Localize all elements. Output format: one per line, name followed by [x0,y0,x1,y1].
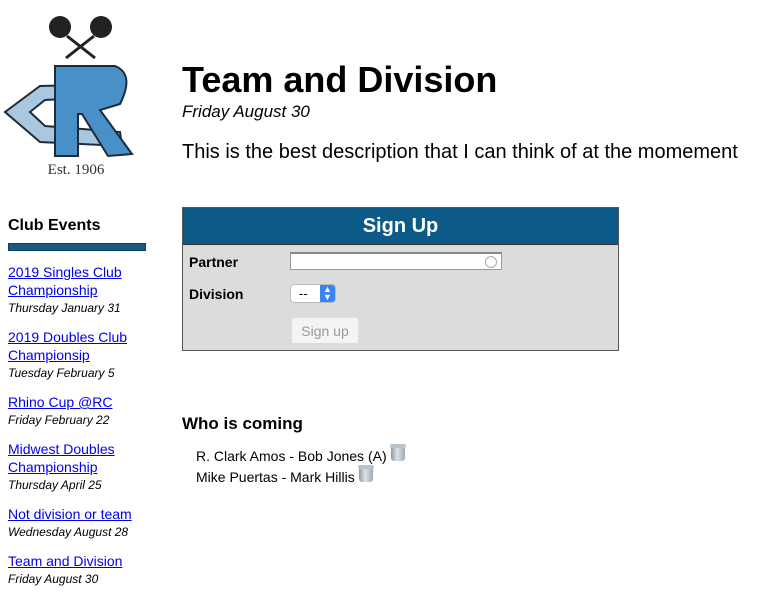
sidebar-event: Team and Division Friday August 30 [8,552,146,587]
sidebar-event: 2019 Singles Club Championship Thursday … [8,263,146,316]
event-link[interactable]: Midwest Doubles Championship [8,440,146,476]
partner-input[interactable] [290,252,502,270]
attendee-item: Mike Puertas - Mark Hillis [196,465,405,488]
event-link-date: Friday August 30 [8,572,99,586]
event-description: This is the best description that I can … [182,141,738,163]
event-link[interactable]: 2019 Doubles Club Championsip [8,328,146,364]
event-link[interactable]: Not division or team [8,505,146,523]
sidebar-event: Not division or team Wednesday August 28 [8,505,146,540]
badminton-rackets-icon [49,16,112,60]
event-link-date: Wednesday August 28 [8,525,129,539]
division-label: Division [189,286,244,302]
sidebar-event: 2019 Doubles Club Championsip Tuesday Fe… [8,328,146,381]
attendance-title: Who is coming [182,414,303,433]
sidebar-event: Midwest Doubles Championship Thursday Ap… [8,440,146,493]
event-link-date: Thursday January 31 [8,301,121,315]
sidebar-event: Rhino Cup @RC Friday February 22 [8,393,146,428]
attendee-names: R. Clark Amos - Bob Jones (A) [196,448,387,464]
club-logo-graphic: Est. 1906 [3,16,134,178]
division-selected-value: -- [299,286,308,301]
signup-button[interactable]: Sign up [291,317,359,344]
event-link-date: Thursday April 25 [8,478,102,492]
sidebar: Club Events 2019 Singles Club Championsh… [8,216,146,587]
signup-panel: Sign Up Partner Division -- ▲ ▼ Sign up [182,207,619,351]
attendee-item: R. Clark Amos - Bob Jones (A) [196,444,406,467]
chevron-up-down-icon: ▲ ▼ [320,285,335,302]
partner-label: Partner [189,254,239,270]
event-link[interactable]: Team and Division [8,552,146,570]
signup-header: Sign Up [183,208,618,245]
attendee-list: R. Clark Amos - Bob Jones (A) Mike Puert… [196,444,406,488]
trash-icon[interactable] [389,444,406,461]
event-date: Friday August 30 [182,102,310,121]
attendee-names: Mike Puertas - Mark Hillis [196,469,355,485]
event-link-date: Tuesday February 5 [8,366,115,380]
event-link[interactable]: 2019 Singles Club Championship [8,263,146,299]
page-title: Team and Division [182,59,498,100]
event-link[interactable]: Rhino Cup @RC [8,393,146,411]
trash-icon[interactable] [357,465,374,482]
sidebar-divider [8,243,146,251]
club-logo: Est. 1906 [0,14,152,180]
search-circle-icon [485,256,497,268]
logo-caption: Est. 1906 [48,162,105,178]
division-select[interactable]: -- ▲ ▼ [290,284,336,303]
event-link-date: Friday February 22 [8,413,110,427]
sidebar-title: Club Events [8,217,101,234]
